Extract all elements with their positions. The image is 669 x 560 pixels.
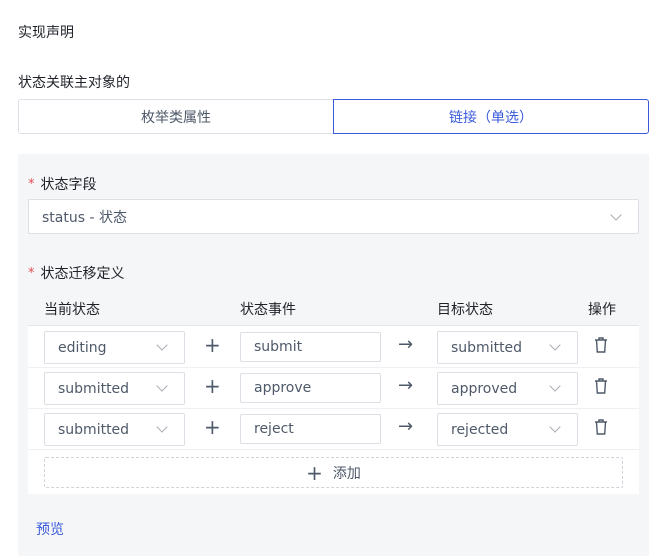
assoc-label: 状态关联主对象的 xyxy=(18,75,130,91)
preview-link[interactable]: 预览 xyxy=(36,519,64,539)
event-input[interactable]: reject xyxy=(240,414,381,444)
table-row: editing + submit → submitted xyxy=(28,327,639,368)
trash-icon[interactable] xyxy=(594,418,608,436)
header-action: 操作 xyxy=(588,302,616,318)
target-state-value: rejected xyxy=(451,421,509,438)
current-state-select[interactable]: editing xyxy=(44,331,185,364)
table-row: submitted + reject → rejected xyxy=(28,409,639,450)
event-value: approve xyxy=(254,380,312,396)
chevron-down-icon xyxy=(610,209,622,221)
table-header: 当前状态 状态事件 目标状态 操作 xyxy=(28,290,639,326)
target-state-select[interactable]: approved xyxy=(437,372,578,405)
status-field-value: status - 状态 xyxy=(42,209,127,226)
plus-icon: + xyxy=(204,374,221,398)
current-state-value: submitted xyxy=(58,421,130,438)
segment-enum-attribute[interactable]: 枚举类属性 xyxy=(18,99,333,134)
chevron-down-icon xyxy=(156,339,168,351)
transition-table: 当前状态 状态事件 目标状态 操作 editing + submit → sub… xyxy=(28,290,639,494)
status-field-label: 状态字段 xyxy=(40,177,97,193)
target-state-value: submitted xyxy=(451,339,523,356)
target-state-value: approved xyxy=(451,380,518,397)
plus-icon: + xyxy=(204,333,221,357)
event-value: reject xyxy=(254,421,294,437)
target-state-select[interactable]: submitted xyxy=(437,331,578,364)
add-transition-button[interactable]: + 添加 xyxy=(44,457,623,488)
current-state-value: editing xyxy=(58,339,107,356)
add-transition-label: 添加 xyxy=(332,465,361,482)
plus-icon: + xyxy=(306,460,323,485)
required-mark: * xyxy=(28,265,35,281)
status-field-label-row: * 状态字段 xyxy=(28,174,97,194)
transition-label: 状态迁移定义 xyxy=(40,266,125,282)
segment-link-single[interactable]: 链接（单选） xyxy=(333,99,649,134)
event-input[interactable]: approve xyxy=(240,373,381,403)
header-current-state: 当前状态 xyxy=(44,302,100,318)
trash-icon[interactable] xyxy=(594,377,608,395)
table-row: submitted + approve → approved xyxy=(28,368,639,409)
target-state-select[interactable]: rejected xyxy=(437,413,578,446)
header-target-state: 目标状态 xyxy=(437,302,493,318)
assoc-segmented-control: 枚举类属性 链接（单选） xyxy=(18,99,649,134)
arrow-right-icon: → xyxy=(398,375,414,396)
arrow-right-icon: → xyxy=(398,416,414,437)
header-event: 状态事件 xyxy=(240,302,296,318)
chevron-down-icon xyxy=(156,380,168,392)
current-state-select[interactable]: submitted xyxy=(44,413,185,446)
chevron-down-icon xyxy=(549,339,561,351)
required-mark: * xyxy=(28,176,35,192)
transition-label-row: * 状态迁移定义 xyxy=(28,263,125,283)
status-field-select[interactable]: status - 状态 xyxy=(28,199,639,234)
current-state-value: submitted xyxy=(58,380,130,397)
chevron-down-icon xyxy=(549,421,561,433)
trash-icon[interactable] xyxy=(594,336,608,354)
plus-icon: + xyxy=(204,415,221,439)
event-value: submit xyxy=(254,339,303,355)
chevron-down-icon xyxy=(156,421,168,433)
arrow-right-icon: → xyxy=(398,334,414,355)
chevron-down-icon xyxy=(549,380,561,392)
config-panel: * 状态字段 status - 状态 * 状态迁移定义 当前状态 状态事件 目标… xyxy=(18,154,649,556)
impl-title: 实现声明 xyxy=(18,25,74,41)
current-state-select[interactable]: submitted xyxy=(44,372,185,405)
event-input[interactable]: submit xyxy=(240,332,381,362)
